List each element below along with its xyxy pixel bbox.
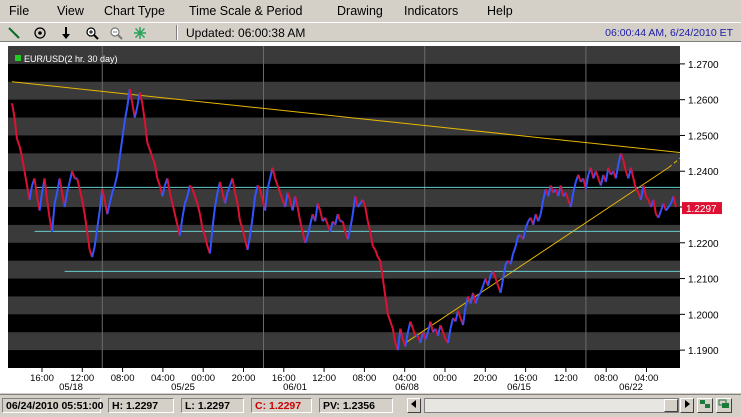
date-label: 06/15 xyxy=(507,382,531,393)
price-chart[interactable]: 1.27001.26001.25001.24001.23001.22001.21… xyxy=(0,42,741,393)
x-tick-label: 08:00 xyxy=(594,373,618,384)
status-pv: PV: 1.2356 xyxy=(319,398,393,413)
snowflake-icon[interactable] xyxy=(132,25,148,40)
x-tick-label: 20:00 xyxy=(232,373,256,384)
x-tick-label: 00:00 xyxy=(433,373,457,384)
menu-view[interactable]: View xyxy=(57,4,84,18)
y-tick-label: 1.2500 xyxy=(688,131,719,142)
updated-time: Updated: 06:00:38 AM xyxy=(186,26,306,40)
status-high: H: 1.2297 xyxy=(108,398,174,413)
crosshair-icon[interactable] xyxy=(32,25,48,40)
status-close: C: 1.2297 xyxy=(251,398,312,413)
window-cascade-icon[interactable] xyxy=(716,398,732,413)
toolbar-separator xyxy=(176,25,178,40)
left-margin xyxy=(0,42,8,368)
x-tick-label: 08:00 xyxy=(111,373,135,384)
scroll-right-button[interactable] xyxy=(680,398,694,413)
menu-bar: File View Chart Type Time Scale & Period… xyxy=(0,0,741,22)
x-tick-label: 12:00 xyxy=(312,373,336,384)
chart-legend: EUR/USD(2 hr. 30 day) xyxy=(15,54,118,64)
y-axis-background xyxy=(680,42,741,393)
toolbar: Updated: 06:00:38 AM 06:00:44 AM, 6/24/2… xyxy=(0,22,741,42)
x-tick-label: 08:00 xyxy=(353,373,377,384)
y-tick-label: 1.2200 xyxy=(688,239,719,250)
date-label: 06/01 xyxy=(283,382,307,393)
date-label: 05/18 xyxy=(59,382,83,393)
status-bar: 06/24/2010 05:51:00 H: 1.2297 L: 1.2297 … xyxy=(0,394,741,417)
status-low: L: 1.2297 xyxy=(181,398,244,413)
x-tick-label: 20:00 xyxy=(473,373,497,384)
price-band xyxy=(8,81,680,100)
legend-swatch xyxy=(15,55,21,61)
x-tick-label: 12:00 xyxy=(554,373,578,384)
menu-time-scale[interactable]: Time Scale & Period xyxy=(189,4,302,18)
price-band xyxy=(8,296,680,315)
price-band xyxy=(8,260,680,279)
scroll-left-button[interactable] xyxy=(407,398,421,413)
x-tick-label: 16:00 xyxy=(30,373,54,384)
price-band xyxy=(8,153,680,172)
status-datetime: 06/24/2010 05:51:00 xyxy=(2,398,104,413)
zoom-out-icon[interactable] xyxy=(108,25,124,40)
y-tick-label: 1.2100 xyxy=(688,275,719,286)
menu-file[interactable]: File xyxy=(9,4,29,18)
date-label: 06/22 xyxy=(619,382,643,393)
price-band xyxy=(8,332,680,351)
zoom-in-icon[interactable] xyxy=(84,25,100,40)
chart-area[interactable]: 1.27001.26001.25001.24001.23001.22001.21… xyxy=(0,42,741,393)
scroll-track[interactable] xyxy=(424,398,679,413)
y-tick-label: 1.2000 xyxy=(688,310,719,321)
y-tick-label: 1.2400 xyxy=(688,167,719,178)
date-label: 06/08 xyxy=(395,382,419,393)
line-draw-icon[interactable] xyxy=(6,25,22,40)
window-tile-icon[interactable] xyxy=(697,398,713,413)
menu-help[interactable]: Help xyxy=(487,4,513,18)
menu-indicators[interactable]: Indicators xyxy=(404,4,458,18)
y-tick-label: 1.1900 xyxy=(688,346,719,357)
menu-chart-type[interactable]: Chart Type xyxy=(104,4,165,18)
down-arrow-icon[interactable] xyxy=(58,25,74,40)
date-label: 05/25 xyxy=(171,382,195,393)
chart-y-axis: 1.27001.26001.25001.24001.23001.22001.21… xyxy=(680,42,741,393)
menu-drawing[interactable]: Drawing xyxy=(337,4,383,18)
x-axis-background xyxy=(0,368,680,393)
price-band xyxy=(8,117,680,136)
current-price-label: 1.2297 xyxy=(686,204,717,215)
legend-label: EUR/USD(2 hr. 30 day) xyxy=(24,54,118,64)
scroll-thumb[interactable] xyxy=(664,399,678,412)
clock-display: 06:00:44 AM, 6/24/2010 ET xyxy=(605,27,733,39)
y-tick-label: 1.2700 xyxy=(688,60,719,71)
y-tick-label: 1.2600 xyxy=(688,96,719,107)
